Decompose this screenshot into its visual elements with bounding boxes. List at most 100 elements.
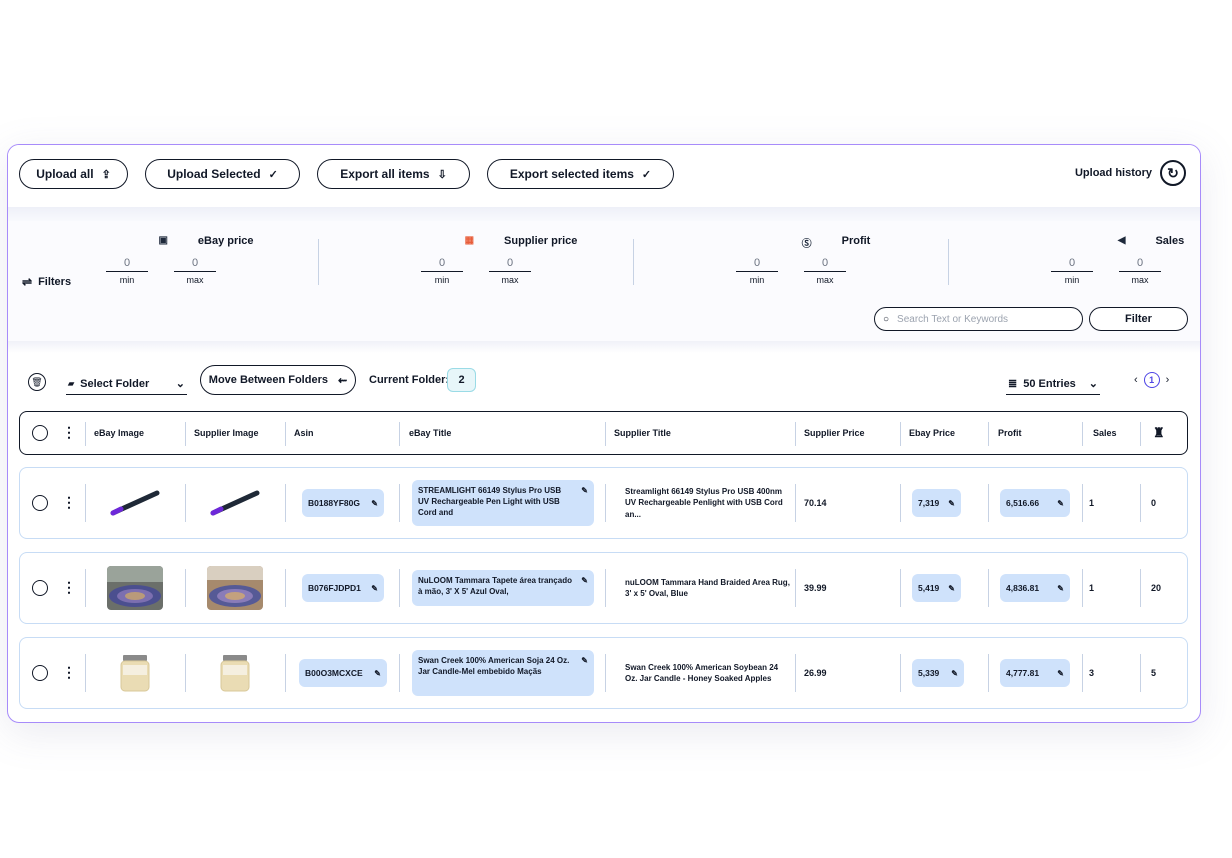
refresh-icon: ↻ [1160,160,1186,186]
folder-icon: ▰ [68,379,75,388]
table-row[interactable]: ⋮ B076FJDPD1 ✎ NuLOOM Tammara Tapete áre… [19,552,1188,624]
supplier-product-image[interactable] [207,566,263,610]
edit-icon[interactable]: ✎ [948,584,955,593]
spy-icon: ♜ [1153,425,1165,440]
supplier-price-min[interactable]: 0 min [421,257,463,285]
select-folder-dropdown[interactable]: ▰ Select Folder ⌄ [66,373,187,395]
divider [318,239,319,285]
profit-chip[interactable]: 4,777.81 ✎ [1000,659,1070,687]
export-all-button[interactable]: Export all items ⇩ [317,159,470,189]
max-value: 0 [804,257,846,272]
upload-history-label: Upload history [1074,167,1152,179]
max-label: max [186,275,204,285]
profit-chip[interactable]: 6,516.66 ✎ [1000,489,1070,517]
profit-chip[interactable]: 4,836.81 ✎ [1000,574,1070,602]
asin-chip[interactable]: B076FJDPD1 ✎ [302,574,384,602]
edit-icon[interactable]: ✎ [371,499,378,508]
kebab-menu-icon[interactable]: ⋮ [62,580,76,594]
chevron-left-icon[interactable]: ‹ [1134,374,1138,386]
page-number[interactable]: 1 [1143,372,1160,388]
kebab-menu-icon[interactable]: ⋮ [62,425,76,439]
edit-icon[interactable]: ✎ [581,656,588,667]
filter-profit: Ⓢ Profit 0 min 0 max [726,235,946,305]
filter-title: eBay price [197,235,254,247]
last-column-value: 5 [1151,668,1157,678]
entries-dropdown[interactable]: ≣ 50 Entries ⌄ [1006,373,1100,395]
edit-icon[interactable]: ✎ [1057,584,1064,593]
edit-icon[interactable]: ✎ [581,576,588,587]
filter-title: Supplier price [504,235,578,247]
profit-max[interactable]: 0 max [804,257,846,285]
export-selected-label: Export selected items [509,167,634,181]
sliders-icon: ⇌ [22,275,33,289]
supplier-title-text: nuLOOM Tammara Hand Braided Area Rug, 3'… [625,577,790,598]
ebay-product-image[interactable] [107,566,163,610]
max-value: 0 [489,257,531,272]
header-supplier-title: Supplier Title [614,428,671,438]
ebay-price-value: 5,419 [918,583,940,593]
ebay-price-chip[interactable]: 5,339 ✎ [912,659,964,687]
upload-all-button[interactable]: Upload all ⇪ [19,159,128,189]
supplier-product-image[interactable] [207,481,263,525]
edit-icon[interactable]: ✎ [1057,499,1064,508]
sales-value: 1 [1089,498,1095,508]
table-row[interactable]: ⋮ B00O3MCXCE ✎ Swan Creek 100% American … [19,637,1188,709]
edit-icon[interactable]: ✎ [581,486,588,497]
ebay-title-chip[interactable]: NuLOOM Tammara Tapete área trançado à mã… [412,570,594,606]
ebay-price-chip[interactable]: 5,419 ✎ [912,574,961,602]
kebab-menu-icon[interactable]: ⋮ [62,665,76,679]
ebay-title-chip[interactable]: Swan Creek 100% American Soja 24 Oz. Jar… [412,650,594,696]
profit-value: 4,777.81 [1006,668,1040,678]
header-asin: Asin [294,428,314,438]
chevron-right-icon[interactable]: › [1166,374,1170,386]
ebay-price-max[interactable]: 0 max [174,257,216,285]
asin-chip[interactable]: B00O3MCXCE ✎ [299,659,387,687]
profit-min[interactable]: 0 min [736,257,778,285]
ebay-title-text: STREAMLIGHT 66149 Stylus Pro USB UV Rech… [418,486,562,517]
move-between-folders-button[interactable]: Move Between Folders ⇜ [200,365,356,395]
current-folder-label: Current Folder: [369,374,450,386]
ebay-price-chip[interactable]: 7,319 ✎ [912,489,961,517]
row-select-radio[interactable] [32,665,48,681]
asin-chip[interactable]: B0188YF80G ✎ [302,489,384,517]
edit-icon[interactable]: ✎ [951,669,958,678]
supplier-product-image[interactable] [207,651,263,695]
filter-title: Sales [1155,235,1185,247]
trash-icon[interactable]: 🗑 [28,373,46,391]
table-row[interactable]: ⋮ B0188YF80G ✎ STREAMLIGHT 66149 Stylus … [19,467,1188,539]
sales-max[interactable]: 0 max [1119,257,1161,285]
upload-history-button[interactable]: Upload history ↻ [1075,160,1186,186]
search-input[interactable]: ○ Search Text or Keywords [874,307,1083,331]
edit-icon[interactable]: ✎ [371,584,378,593]
upload-selected-button[interactable]: Upload Selected ✓ [145,159,300,189]
ebay-price-min[interactable]: 0 min [106,257,148,285]
edit-icon[interactable]: ✎ [948,499,955,508]
filter-button[interactable]: Filter [1089,307,1188,331]
move-between-label: Move Between Folders [208,374,328,386]
select-all-radio[interactable] [32,425,48,441]
ebay-title-chip[interactable]: STREAMLIGHT 66149 Stylus Pro USB UV Rech… [412,480,594,526]
min-label: min [434,275,450,285]
edit-icon[interactable]: ✎ [1057,669,1064,678]
filter-sales: ◀ Sales 0 min 0 max [1041,235,1200,305]
min-label: min [119,275,135,285]
filters-label: Filters [38,276,72,288]
last-column-value: 0 [1151,498,1157,508]
export-selected-button[interactable]: Export selected items ✓ [487,159,674,189]
edit-icon[interactable]: ✎ [374,669,381,678]
row-select-radio[interactable] [32,495,48,511]
kebab-menu-icon[interactable]: ⋮ [62,495,76,509]
ebay-product-image[interactable] [107,481,163,525]
row-select-radio[interactable] [32,580,48,596]
ebay-product-image[interactable] [107,651,163,695]
chevron-down-icon: ⌄ [175,378,185,390]
search-placeholder: Search Text or Keywords [897,313,1009,325]
current-folder-badge: 2 [447,368,476,392]
check-icon: ✓ [641,168,652,181]
supplier-price-max[interactable]: 0 max [489,257,531,285]
sales-min[interactable]: 0 min [1051,257,1093,285]
last-column-value: 20 [1151,583,1162,593]
asin-value: B00O3MCXCE [305,668,363,678]
ebay-price-value: 5,339 [918,668,940,678]
select-folder-label: Select Folder [80,377,150,390]
